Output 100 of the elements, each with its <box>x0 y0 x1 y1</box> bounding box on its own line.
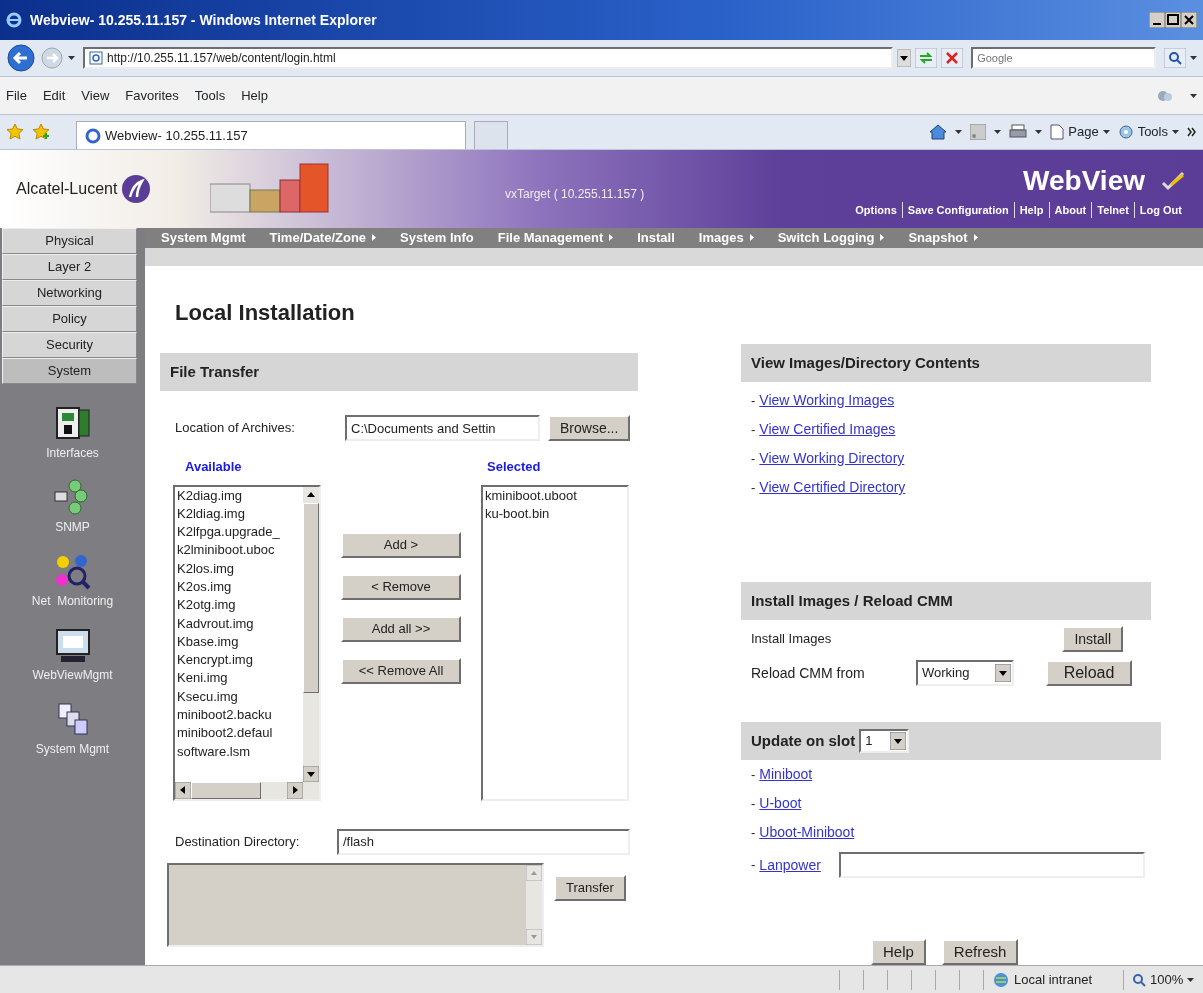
more-chevron-icon[interactable] <box>1187 127 1197 137</box>
header-link[interactable]: Help <box>1013 201 1049 219</box>
maximize-button[interactable] <box>1165 12 1181 28</box>
scroll-right-icon[interactable] <box>287 781 303 799</box>
caret-icon[interactable] <box>955 130 963 134</box>
home-icon[interactable] <box>929 124 948 140</box>
nav-item[interactable]: Install <box>637 228 675 248</box>
transfer-action-button[interactable]: << Remove All <box>341 658 461 684</box>
list-item[interactable]: K2diag.img <box>177 486 303 505</box>
zoom-control[interactable]: 100% <box>1123 969 1203 990</box>
list-item[interactable]: k2lminiboot.uboc <box>177 541 303 560</box>
file-path-field[interactable]: C:\Documents and Settin <box>345 415 540 441</box>
stop-button[interactable] <box>941 48 964 68</box>
list-item[interactable]: Kencrypt.img <box>177 651 303 670</box>
caret-icon[interactable] <box>1102 130 1110 134</box>
feed-icon[interactable] <box>970 124 987 140</box>
list-item[interactable]: kminiboot.uboot <box>485 486 627 505</box>
install-button[interactable]: Install <box>1062 626 1123 652</box>
reload-source-dropdown[interactable]: Working <box>916 660 1014 686</box>
nav-item[interactable]: Switch Logging <box>777 228 885 248</box>
toolbar-menu-button[interactable]: Tools <box>1117 122 1179 142</box>
sidebar-item[interactable]: SNMP <box>0 478 145 536</box>
sidebar-tab[interactable]: System <box>2 358 137 384</box>
header-link[interactable]: About <box>1048 201 1092 219</box>
sidebar-item[interactable]: System Mgmt <box>0 700 145 758</box>
sidebar-tab[interactable]: Physical <box>2 228 137 254</box>
list-item[interactable]: miniboot2.backu <box>177 706 303 725</box>
list-item[interactable]: K2os.img <box>177 578 303 597</box>
scroll-left-icon[interactable] <box>175 781 191 799</box>
sidebar-tab[interactable]: Policy <box>2 306 137 332</box>
close-button[interactable] <box>1181 12 1197 28</box>
caret-icon[interactable] <box>1187 977 1195 982</box>
menu-item[interactable]: Edit <box>42 85 66 106</box>
list-item[interactable]: Keni.img <box>177 669 303 688</box>
slot-dropdown[interactable]: 1 <box>859 729 910 753</box>
header-link[interactable]: Save Configuration <box>901 201 1014 219</box>
available-list[interactable]: K2diag.img K2ldiag.img K2lfpga.upgrade_ k2lminiboot.uboc K2los.img K2os.img K2otg.img Kadvrout.img Kbase.img Kencrypt.img Keni.img Ksecu.img miniboot2.backu miniboot2.defaul software.lsm <box>173 484 321 801</box>
link[interactable]: Lanpower <box>759 854 821 876</box>
minimize-button[interactable] <box>1149 12 1165 28</box>
menu-item[interactable]: View <box>81 85 110 106</box>
link[interactable]: View Certified Images <box>759 419 896 440</box>
nav-item[interactable]: File Management <box>497 228 614 248</box>
menu-item[interactable]: Help <box>241 85 268 106</box>
header-link[interactable]: Log Out <box>1133 201 1187 219</box>
list-item[interactable]: K2los.img <box>177 559 303 578</box>
sidebar-tab[interactable]: Layer 2 <box>2 254 137 280</box>
vertical-scrollbar[interactable] <box>303 486 319 782</box>
list-item[interactable]: miniboot2.defaul <box>177 724 303 743</box>
menu-item[interactable]: Tools <box>194 85 226 106</box>
search-field[interactable]: Google <box>971 47 1156 69</box>
toolbar-menu-button[interactable]: Page <box>1050 122 1110 142</box>
search-button[interactable] <box>1164 48 1186 68</box>
transfer-action-button[interactable]: Add > <box>341 532 461 558</box>
list-item[interactable]: Ksecu.img <box>177 687 303 707</box>
sidebar-item[interactable]: Interfaces <box>0 404 145 462</box>
footer-button[interactable]: Help <box>871 939 926 965</box>
list-item[interactable]: Kbase.img <box>177 632 303 652</box>
list-item[interactable]: K2ldiag.img <box>177 504 303 524</box>
sidebar-tab[interactable]: Networking <box>2 280 137 306</box>
caret-icon[interactable] <box>1190 93 1197 98</box>
transfer-action-button[interactable]: < Remove <box>341 574 461 600</box>
address-field[interactable]: http://10.255.11.157/web/content/login.html <box>83 47 894 69</box>
transfer-button[interactable]: Transfer <box>554 874 626 901</box>
scroll-thumb[interactable] <box>303 502 319 693</box>
directory-field[interactable]: /flash <box>337 828 630 855</box>
scroll-down-icon[interactable] <box>303 765 319 782</box>
list-item[interactable]: K2lfpga.upgrade_ <box>177 523 303 542</box>
dropdown-button[interactable] <box>897 49 912 67</box>
header-link[interactable]: Telnet <box>1091 201 1134 219</box>
sidebar-item[interactable]: Net Monitoring <box>0 552 145 610</box>
reload-button[interactable]: Reload <box>1046 660 1132 686</box>
menu-item[interactable]: File <box>6 85 27 106</box>
history-caret-icon[interactable] <box>68 56 75 60</box>
caret-icon[interactable] <box>1035 130 1043 134</box>
caret-icon[interactable] <box>994 130 1002 134</box>
selected-list[interactable]: kminiboot.uboot ku-boot.bin <box>481 484 629 801</box>
sidebar-tab[interactable]: Security <box>2 332 137 358</box>
list-item[interactable]: software.lsm <box>177 742 303 761</box>
horizontal-scrollbar[interactable] <box>175 781 319 799</box>
list-item[interactable]: ku-boot.bin <box>485 504 627 524</box>
back-button[interactable] <box>6 43 36 73</box>
print-icon[interactable] <box>1009 124 1028 140</box>
nav-item[interactable]: Time/Date/Zone <box>269 228 377 248</box>
link[interactable]: View Working Images <box>759 390 895 411</box>
list-item[interactable]: Kadvrout.img <box>177 614 303 633</box>
nav-item[interactable]: Images <box>698 228 754 248</box>
link[interactable]: Miniboot <box>759 764 813 785</box>
favorites-star-icon[interactable] <box>6 123 24 141</box>
browser-tab[interactable]: Webview- 10.255.11.157 <box>76 121 466 149</box>
sidebar-item[interactable]: WebViewMgmt <box>0 626 145 684</box>
list-item[interactable]: K2otg.img <box>177 596 303 615</box>
menu-item[interactable]: Favorites <box>125 85 179 106</box>
header-link[interactable]: Options <box>850 201 902 219</box>
footer-button[interactable]: Refresh <box>941 939 1019 965</box>
nav-item[interactable]: System Info <box>400 228 474 248</box>
link[interactable]: View Working Directory <box>759 448 905 469</box>
browse-button[interactable]: Browse... <box>548 415 631 441</box>
nav-item[interactable]: Snapshot <box>908 228 978 248</box>
link[interactable]: View Certified Directory <box>759 477 906 498</box>
nav-item[interactable]: System Mgmt <box>161 228 246 248</box>
